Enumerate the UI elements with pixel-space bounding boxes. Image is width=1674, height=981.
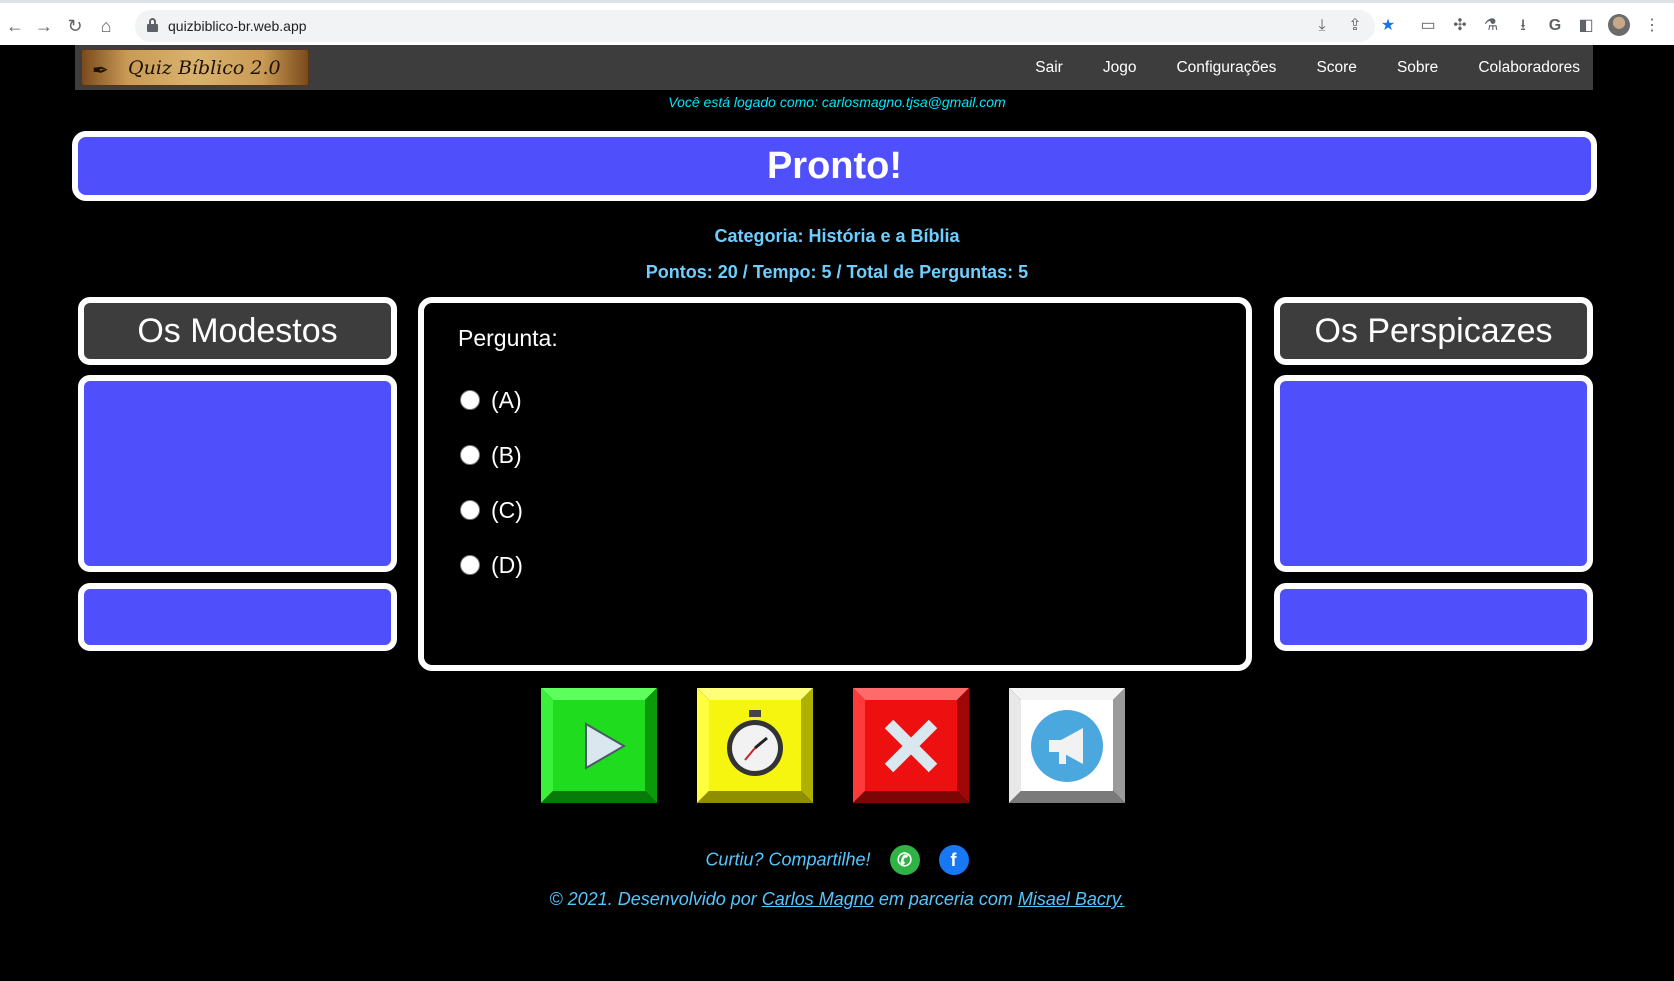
facebook-icon[interactable]: f (938, 845, 969, 875)
category-text: Categoria: História e a Bíblia (714, 226, 960, 246)
profile-avatar[interactable] (1608, 14, 1630, 36)
logged-in-text: Você está logado como: carlosmagno.tjsa@… (668, 94, 1006, 110)
radio-c[interactable] (460, 500, 480, 520)
copyright-prefix: © 2021. Desenvolvido por (549, 889, 762, 909)
option-d[interactable]: (D) (460, 550, 523, 580)
menu-kebab-icon[interactable]: ⋮ (1642, 16, 1662, 36)
announce-button[interactable] (1009, 688, 1125, 803)
team-left-score (78, 583, 397, 651)
url-text: quizbiblico-br.web.app (168, 18, 307, 34)
menu-item-sobre[interactable]: Sobre (1370, 45, 1451, 90)
main-menu: Sair Jogo Configurações Score Sobre Cola… (1008, 45, 1593, 90)
question-label: Pergunta: (458, 325, 558, 351)
address-bar[interactable]: quizbiblico-br.web.app (135, 10, 1375, 42)
reload-icon[interactable]: ↻ (64, 15, 86, 37)
menu-item-sair[interactable]: Sair (1008, 45, 1076, 90)
menu-item-colaboradores[interactable]: Colaboradores (1451, 45, 1593, 90)
quill-icon: ✒ (92, 60, 109, 82)
team-left-title: Os Modestos (78, 297, 397, 365)
google-icon[interactable]: G (1545, 16, 1565, 36)
forward-icon[interactable]: → (33, 15, 55, 37)
radio-a[interactable] (460, 390, 480, 410)
team-right-panel (1274, 375, 1593, 572)
team-left-panel (78, 375, 397, 572)
option-a[interactable]: (A) (460, 385, 522, 415)
copyright: © 2021. Desenvolvido por Carlos Magno em… (0, 889, 1674, 910)
whatsapp-icon[interactable]: ✆ (889, 845, 920, 875)
menu-item-jogo[interactable]: Jogo (1076, 45, 1150, 90)
stopwatch-icon (697, 688, 813, 803)
team-right-score (1274, 583, 1593, 651)
back-icon[interactable]: ← (4, 15, 26, 37)
play-icon (541, 688, 657, 803)
logo[interactable]: ✒ Quiz Bíblico 2.0 (81, 49, 309, 86)
menu-item-configuracoes[interactable]: Configurações (1149, 45, 1289, 90)
partner-link[interactable]: Misael Bacry. (1018, 889, 1125, 909)
team-right-title: Os Perspicazes (1274, 297, 1593, 365)
home-icon[interactable]: ⌂ (95, 15, 117, 37)
download-icon[interactable]: ⭳ (1513, 16, 1533, 36)
author-link[interactable]: Carlos Magno (762, 889, 874, 909)
side-panel-icon[interactable]: ◧ (1576, 16, 1596, 36)
megaphone-icon (1009, 688, 1125, 803)
option-c-label: (C) (491, 496, 523, 523)
option-b-label: (B) (491, 441, 522, 468)
extensions-icon[interactable]: ✣ (1450, 16, 1470, 36)
option-b[interactable]: (B) (460, 440, 522, 470)
share-icon[interactable]: ⇪ (1345, 16, 1365, 36)
install-icon[interactable]: ⤓ (1312, 16, 1332, 36)
status-banner: Pronto! (72, 131, 1597, 201)
menu-item-score[interactable]: Score (1289, 45, 1370, 90)
share-row: Curtiu? Compartilhe! ✆ f (0, 845, 1674, 875)
bookmark-star-icon[interactable]: ★ (1378, 16, 1398, 36)
lock-icon (147, 18, 158, 32)
close-icon (853, 688, 969, 803)
option-c[interactable]: (C) (460, 495, 523, 525)
close-button[interactable] (853, 688, 969, 803)
radio-d[interactable] (460, 555, 480, 575)
timer-button[interactable] (697, 688, 813, 803)
option-d-label: (D) (491, 551, 523, 578)
share-text: Curtiu? Compartilhe! (705, 849, 871, 870)
copyright-middle: em parceria com (873, 889, 1018, 909)
cast-icon[interactable]: ▭ (1418, 16, 1438, 36)
question-panel: Pergunta: (A) (B) (C) (D) (418, 297, 1252, 671)
labs-icon[interactable]: ⚗ (1481, 16, 1501, 36)
app-header: ✒ Quiz Bíblico 2.0 Sair Jogo Configuraçõ… (75, 45, 1593, 90)
logo-text: Quiz Bíblico 2.0 (128, 57, 281, 79)
play-button[interactable] (541, 688, 657, 803)
option-a-label: (A) (491, 386, 522, 413)
stats-text: Pontos: 20 / Tempo: 5 / Total de Pergunt… (645, 262, 1029, 282)
radio-b[interactable] (460, 445, 480, 465)
browser-toolbar: ← → ↻ ⌂ quizbiblico-br.web.app ⤓ ⇪ ★ ▭ ✣… (0, 0, 1674, 45)
